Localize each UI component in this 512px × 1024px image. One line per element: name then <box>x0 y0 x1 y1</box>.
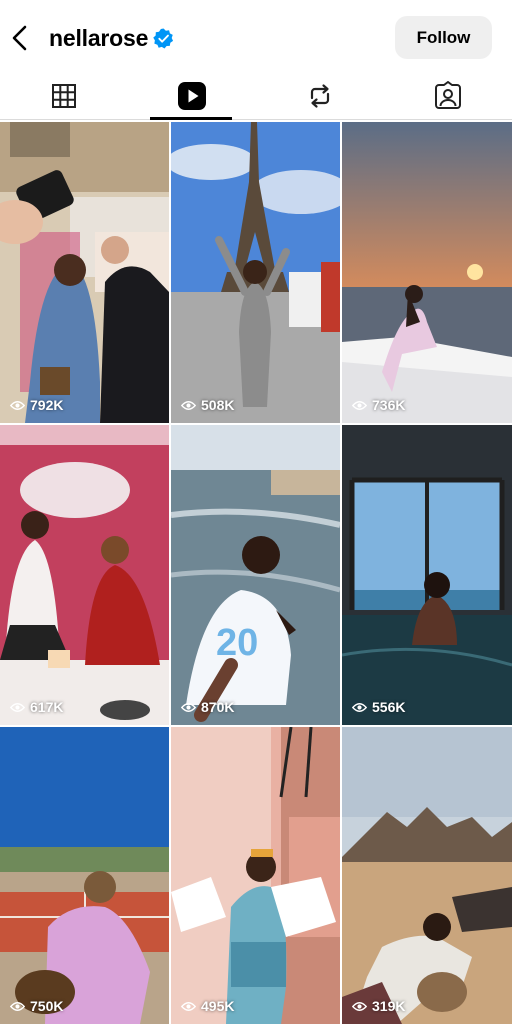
view-count: 319K <box>352 998 405 1014</box>
reel-image <box>171 727 340 1024</box>
view-count: 617K <box>10 699 63 715</box>
eye-icon <box>352 702 367 713</box>
eye-icon <box>181 400 196 411</box>
tab-posts[interactable] <box>0 72 128 120</box>
reel-image <box>0 425 169 725</box>
reel-image: 20 <box>171 425 340 725</box>
grid-icon <box>52 84 76 108</box>
view-count: 556K <box>352 699 405 715</box>
reel-image <box>0 122 169 423</box>
view-count: 792K <box>10 397 63 413</box>
back-button[interactable] <box>6 20 34 56</box>
view-count: 870K <box>181 699 234 715</box>
view-count-value: 750K <box>30 998 64 1014</box>
view-count: 508K <box>181 397 234 413</box>
view-count: 750K <box>10 998 63 1014</box>
eye-icon <box>352 1001 367 1012</box>
reels-grid: 792K 508K 736K 617K 20 870K 556K 750K 49… <box>0 122 512 1024</box>
reel-thumbnail[interactable]: 617K <box>0 425 169 725</box>
chevron-left-icon <box>12 25 27 51</box>
tab-reposts[interactable] <box>256 72 384 120</box>
view-count-value: 792K <box>30 397 64 413</box>
eye-icon <box>10 400 25 411</box>
view-count: 736K <box>352 397 405 413</box>
profile-tabs <box>0 72 512 120</box>
tagged-person-icon <box>435 81 461 109</box>
follow-button[interactable]: Follow <box>395 16 492 59</box>
username-group: nellarose <box>49 22 174 54</box>
reel-image <box>0 727 169 1024</box>
reel-thumbnail[interactable]: 495K <box>171 727 340 1024</box>
profile-header: nellarose Follow <box>0 0 512 76</box>
view-count-value: 319K <box>372 998 406 1014</box>
svg-text:20: 20 <box>216 622 258 664</box>
eye-icon <box>181 1001 196 1012</box>
verified-badge-icon <box>153 28 174 49</box>
view-count-value: 495K <box>201 998 235 1014</box>
eye-icon <box>10 702 25 713</box>
view-count-value: 870K <box>201 699 235 715</box>
reel-image <box>342 727 512 1024</box>
tab-tagged[interactable] <box>384 72 512 120</box>
reel-thumbnail[interactable]: 750K <box>0 727 169 1024</box>
reel-thumbnail[interactable]: 319K <box>342 727 512 1024</box>
reel-thumbnail[interactable]: 20 870K <box>171 425 340 725</box>
view-count-value: 508K <box>201 397 235 413</box>
reel-thumbnail[interactable]: 792K <box>0 122 169 423</box>
reels-play-icon <box>178 82 206 110</box>
reel-thumbnail[interactable]: 736K <box>342 122 512 423</box>
tab-reels[interactable] <box>128 72 256 120</box>
eye-icon <box>181 702 196 713</box>
view-count-value: 736K <box>372 397 406 413</box>
eye-icon <box>352 400 367 411</box>
reel-thumbnail[interactable]: 556K <box>342 425 512 725</box>
reel-image <box>171 122 340 423</box>
repost-icon <box>310 84 330 108</box>
reel-image <box>342 122 512 423</box>
view-count-value: 556K <box>372 699 406 715</box>
profile-username: nellarose <box>49 24 149 51</box>
active-tab-indicator <box>150 117 232 120</box>
view-count-value: 617K <box>30 699 64 715</box>
reel-image <box>342 425 512 725</box>
reel-thumbnail[interactable]: 508K <box>171 122 340 423</box>
view-count: 495K <box>181 998 234 1014</box>
eye-icon <box>10 1001 25 1012</box>
